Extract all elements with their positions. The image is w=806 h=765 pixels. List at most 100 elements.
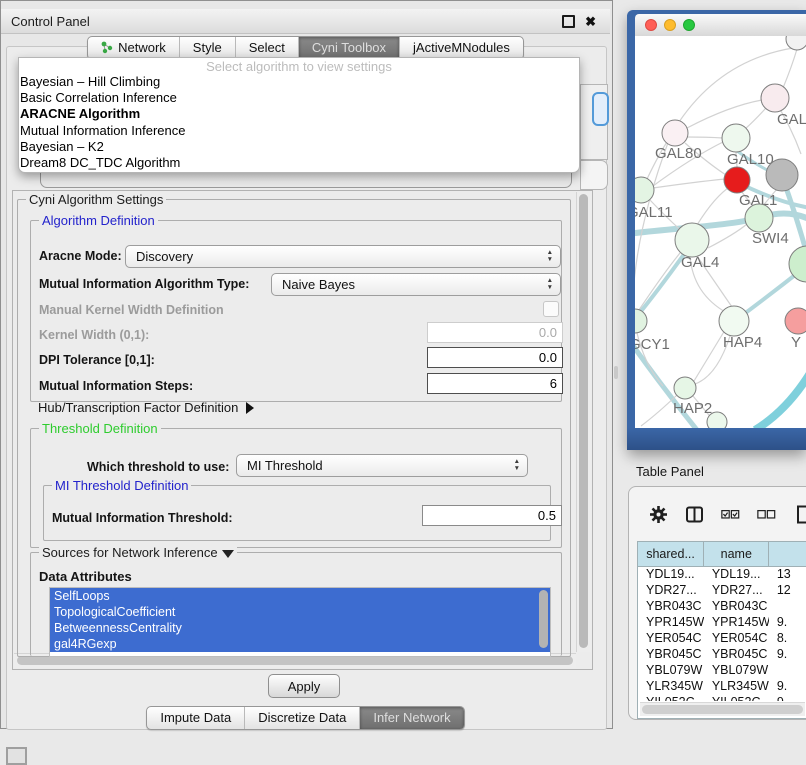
network-edge[interactable] bbox=[694, 330, 725, 381]
network-edge[interactable] bbox=[641, 395, 677, 426]
split-view-icon[interactable] bbox=[685, 505, 704, 524]
tab-jactivemnodules[interactable]: jActiveMNodules bbox=[399, 37, 523, 59]
algorithm-option[interactable]: Bayesian – K2 bbox=[19, 139, 579, 155]
table-row[interactable]: YDL19...YDL19...13 bbox=[638, 567, 806, 583]
algorithm-definition-title: Algorithm Definition bbox=[39, 213, 158, 228]
algorithm-dropdown-popup: Select algorithm to view settings Bayesi… bbox=[18, 57, 580, 173]
help-button[interactable] bbox=[592, 92, 609, 126]
collapse-arrow-icon[interactable] bbox=[246, 402, 254, 414]
network-node-gal11[interactable] bbox=[635, 177, 654, 203]
network-node-gal1[interactable] bbox=[724, 167, 750, 193]
network-node-gal4[interactable] bbox=[675, 223, 709, 257]
window-zoom-button[interactable] bbox=[683, 19, 695, 31]
select-all-icon[interactable] bbox=[721, 505, 740, 524]
algorithm-dropdown-placeholder: Select algorithm to view settings bbox=[19, 58, 579, 74]
which-threshold-combobox[interactable]: MI Threshold ▲▼ bbox=[236, 454, 528, 477]
aracne-mode-combobox[interactable]: Discovery ▲▼ bbox=[125, 245, 561, 268]
tab-infer-network[interactable]: Infer Network bbox=[359, 707, 463, 729]
table-row[interactable]: YIL052CYIL052C9. bbox=[638, 695, 806, 701]
network-node-label: GAL80 bbox=[655, 145, 702, 162]
network-node-label: GAL10 bbox=[727, 151, 774, 168]
table-horizontal-scrollbar[interactable] bbox=[640, 702, 805, 716]
network-node-swi4[interactable] bbox=[745, 204, 773, 232]
table-cell: YLR345W bbox=[704, 679, 769, 695]
network-edge[interactable] bbox=[653, 179, 725, 188]
kernel-width-field[interactable] bbox=[427, 322, 563, 343]
apply-button[interactable]: Apply bbox=[268, 674, 340, 698]
gear-icon[interactable] bbox=[649, 505, 668, 524]
network-node-gal80[interactable] bbox=[662, 120, 688, 146]
network-node-gal-top[interactable] bbox=[761, 84, 789, 112]
hub-definition-expander[interactable]: Hub/Transcription Factor Definition bbox=[38, 400, 254, 415]
tab-style[interactable]: Style bbox=[179, 37, 235, 59]
window-close-button[interactable] bbox=[645, 19, 657, 31]
network-view-window[interactable]: GALGAL80GAL10GAL1GAL11SWI4GAL4HAP4YGCY1H… bbox=[627, 10, 806, 450]
tab-select[interactable]: Select bbox=[235, 37, 298, 59]
algorithm-option[interactable]: Dream8 DC_TDC Algorithm bbox=[19, 155, 579, 171]
network-edge[interactable] bbox=[755, 370, 806, 428]
column-header-shared-name[interactable]: shared... bbox=[638, 542, 704, 566]
network-canvas[interactable]: GALGAL80GAL10GAL1GAL11SWI4GAL4HAP4YGCY1H… bbox=[635, 36, 806, 428]
network-edge[interactable] bbox=[745, 108, 766, 129]
network-node-bottom-small[interactable] bbox=[707, 412, 727, 428]
network-node-gray-node[interactable] bbox=[766, 159, 798, 191]
table-cell bbox=[769, 663, 806, 679]
algorithm-option[interactable]: ARACNE Algorithm bbox=[19, 106, 579, 122]
table-row[interactable]: YPR145WYPR145W9. bbox=[638, 615, 806, 631]
network-node-partial-top[interactable] bbox=[786, 36, 806, 50]
network-edge[interactable] bbox=[639, 253, 680, 310]
data-attribute-item[interactable]: gal4RGexp bbox=[50, 636, 550, 652]
data-attribute-item[interactable]: TopologicalCoefficient bbox=[50, 604, 550, 620]
mi-threshold-group-title: MI Threshold Definition bbox=[52, 478, 191, 493]
table-row[interactable]: YDR27...YDR27...12 bbox=[638, 583, 806, 599]
mi-threshold-field[interactable] bbox=[422, 505, 562, 526]
network-node-hap2[interactable] bbox=[674, 377, 696, 399]
deselect-all-icon[interactable] bbox=[757, 505, 776, 524]
float-window-icon[interactable] bbox=[562, 15, 575, 28]
tab-impute-data[interactable]: Impute Data bbox=[147, 707, 244, 729]
panel-divider-handle[interactable] bbox=[614, 366, 618, 379]
algorithm-option[interactable]: Basic Correlation Inference bbox=[19, 90, 579, 106]
network-node-salmon-node[interactable] bbox=[785, 308, 806, 334]
mi-steps-field[interactable] bbox=[427, 373, 563, 394]
table-cell: YDR27... bbox=[704, 583, 769, 599]
network-node-hap4[interactable] bbox=[719, 306, 749, 336]
manual-kernel-width-checkbox[interactable] bbox=[543, 301, 559, 317]
dpi-tolerance-field[interactable] bbox=[427, 347, 563, 368]
algorithm-option[interactable]: Bayesian – Hill Climbing bbox=[19, 74, 579, 90]
data-attributes-list[interactable]: SelfLoopsTopologicalCoefficientBetweenne… bbox=[49, 587, 551, 657]
node-table: shared... name YDL19...YDL19...13YDR27..… bbox=[637, 541, 806, 719]
network-edge[interactable] bbox=[783, 49, 797, 88]
tab-cyni-toolbox[interactable]: Cyni Toolbox bbox=[298, 37, 399, 59]
mi-algorithm-type-combobox[interactable]: Naive Bayes ▲▼ bbox=[271, 273, 561, 296]
tab-discretize-data[interactable]: Discretize Data bbox=[244, 707, 359, 729]
network-node-gcy1[interactable] bbox=[635, 309, 647, 333]
column-header-partial[interactable] bbox=[769, 542, 806, 566]
table-row[interactable]: YBL079WYBL079W bbox=[638, 663, 806, 679]
expand-arrow-icon[interactable] bbox=[222, 550, 234, 558]
table-row[interactable]: YLR345WYLR345W9. bbox=[638, 679, 806, 695]
algorithm-option[interactable]: Mutual Information Inference bbox=[19, 123, 579, 139]
table-cell: YIL052C bbox=[704, 695, 769, 701]
data-attribute-item[interactable]: BetweennessCentrality bbox=[50, 620, 550, 636]
threshold-definition-group: Threshold Definition Which threshold to … bbox=[30, 428, 562, 548]
data-attributes-label: Data Attributes bbox=[39, 569, 132, 584]
column-header-name[interactable]: name bbox=[704, 542, 769, 566]
window-minimize-button[interactable] bbox=[664, 19, 676, 31]
table-body: YDL19...YDL19...13YDR27...YDR27...12YBR0… bbox=[638, 567, 806, 701]
table-cell: YBL079W bbox=[704, 663, 769, 679]
table-row[interactable]: YER054CYER054C8. bbox=[638, 631, 806, 647]
network-edge[interactable] bbox=[687, 137, 723, 138]
data-attribute-item[interactable]: SelfLoops bbox=[50, 588, 550, 604]
document-icon[interactable] bbox=[795, 505, 806, 524]
tab-network[interactable]: Network bbox=[88, 37, 179, 59]
network-edge[interactable] bbox=[697, 186, 731, 225]
list-scrollbar[interactable] bbox=[539, 590, 548, 648]
vertical-scrollbar[interactable] bbox=[576, 192, 591, 652]
network-node-gal10[interactable] bbox=[722, 124, 750, 152]
collapsed-panel-icon[interactable] bbox=[6, 747, 27, 765]
table-row[interactable]: YBR045CYBR045C9. bbox=[638, 647, 806, 663]
control-panel-titlebar: Control Panel ✖ bbox=[1, 9, 610, 34]
table-row[interactable]: YBR043CYBR043C bbox=[638, 599, 806, 615]
close-icon[interactable]: ✖ bbox=[585, 15, 596, 28]
